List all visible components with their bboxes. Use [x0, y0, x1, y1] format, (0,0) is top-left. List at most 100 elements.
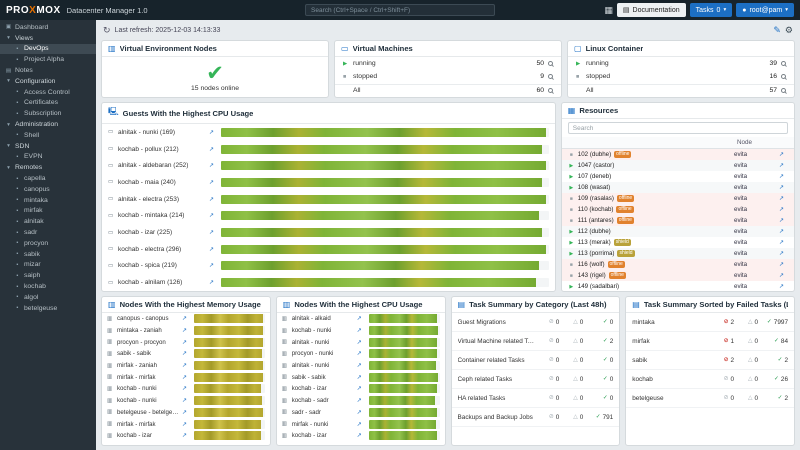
- open-node-icon[interactable]: ↗: [182, 397, 191, 404]
- resource-row[interactable]: ▶ 113 (merak)shield evita ↗: [562, 237, 794, 248]
- resource-row[interactable]: ■ 143 (rigel)offline evita ↗: [562, 270, 794, 281]
- resource-row[interactable]: ▶ 1047 (castor) evita ↗: [562, 160, 794, 171]
- sidebar-item[interactable]: ▪ sadr: [0, 227, 96, 238]
- open-guest-icon[interactable]: ↗: [209, 212, 218, 219]
- resource-row[interactable]: ▶ 113 (porrima)shield evita ↗: [562, 248, 794, 259]
- sidebar-item[interactable]: ▪ Certificates: [0, 98, 96, 109]
- sidebar-item[interactable]: ▪ Project Alpha: [0, 54, 96, 65]
- open-guest-icon[interactable]: ↗: [209, 246, 218, 253]
- ok-count[interactable]: ✓0: [583, 376, 613, 383]
- open-node-icon[interactable]: ↗: [357, 421, 366, 428]
- open-node-icon[interactable]: ↗: [182, 327, 191, 334]
- ok-count[interactable]: ✓84: [758, 338, 788, 345]
- sidebar-item[interactable]: ▪ mintaka: [0, 195, 96, 206]
- warning-count[interactable]: △0: [734, 338, 758, 345]
- open-node-icon[interactable]: ↗: [357, 374, 366, 381]
- tasks-button[interactable]: Tasks0 ▾: [690, 3, 733, 17]
- warning-count[interactable]: △0: [559, 357, 583, 364]
- sidebar-item[interactable]: ▣ Dashboard: [0, 22, 96, 33]
- open-node-icon[interactable]: ↗: [357, 350, 366, 357]
- warning-count[interactable]: △0: [559, 395, 583, 402]
- ok-count[interactable]: ✓2: [758, 357, 788, 364]
- sidebar-item[interactable]: ▪ procyon: [0, 238, 96, 249]
- ok-count[interactable]: ✓0: [583, 357, 613, 364]
- magnifier-icon[interactable]: [548, 88, 553, 93]
- open-guest-icon[interactable]: ↗: [209, 179, 218, 186]
- error-count[interactable]: ⊘0: [535, 395, 559, 402]
- sidebar-item[interactable]: ▾ Administration: [0, 119, 96, 130]
- resource-row[interactable]: ■ 111 (antares)offline evita ↗: [562, 215, 794, 226]
- resources-search-input[interactable]: [568, 122, 788, 134]
- open-resource-icon[interactable]: ↗: [779, 283, 788, 290]
- open-resource-icon[interactable]: ↗: [779, 162, 788, 169]
- magnifier-icon[interactable]: [781, 61, 786, 66]
- sidebar-item[interactable]: ▪ mizar: [0, 260, 96, 271]
- error-count[interactable]: ⊘0: [535, 338, 559, 345]
- open-resource-icon[interactable]: ↗: [779, 173, 788, 180]
- sidebar-item[interactable]: ▪ Shell: [0, 130, 96, 141]
- sidebar-item[interactable]: ▪ canopus: [0, 184, 96, 195]
- ok-count[interactable]: ✓2: [758, 395, 788, 402]
- open-resource-icon[interactable]: ↗: [779, 217, 788, 224]
- sidebar-item[interactable]: ▪ capella: [0, 173, 96, 184]
- warning-count[interactable]: △0: [734, 395, 758, 402]
- warning-count[interactable]: △0: [559, 319, 583, 326]
- dashboard-settings-icon[interactable]: ⚙: [785, 25, 793, 36]
- error-count[interactable]: ⊘1: [710, 338, 734, 345]
- open-resource-icon[interactable]: ↗: [779, 261, 788, 268]
- resource-row[interactable]: ■ 102 (dubhe)offline evita ↗: [562, 149, 794, 160]
- open-node-icon[interactable]: ↗: [182, 362, 191, 369]
- sidebar-item[interactable]: ▪ kochab: [0, 281, 96, 292]
- warning-count[interactable]: △0: [559, 414, 583, 421]
- open-resource-icon[interactable]: ↗: [779, 250, 788, 257]
- open-node-icon[interactable]: ↗: [357, 397, 366, 404]
- open-node-icon[interactable]: ↗: [182, 339, 191, 346]
- open-node-icon[interactable]: ↗: [357, 327, 366, 334]
- resource-row[interactable]: ■ 116 (wolf)offline evita ↗: [562, 259, 794, 270]
- ok-count[interactable]: ✓791: [583, 414, 613, 421]
- warning-count[interactable]: △0: [559, 338, 583, 345]
- open-resource-icon[interactable]: ↗: [779, 206, 788, 213]
- sidebar-item[interactable]: ▾ Configuration: [0, 76, 96, 87]
- resource-row[interactable]: ▶ 108 (wasat) evita ↗: [562, 182, 794, 193]
- open-node-icon[interactable]: ↗: [182, 409, 191, 416]
- user-menu-button[interactable]: ● root@pam ▾: [736, 3, 794, 17]
- open-guest-icon[interactable]: ↗: [209, 162, 218, 169]
- sidebar-item[interactable]: ▪ DevOps: [0, 44, 96, 55]
- open-node-icon[interactable]: ↗: [182, 385, 191, 392]
- open-node-icon[interactable]: ↗: [182, 315, 191, 322]
- warning-count[interactable]: △0: [734, 357, 758, 364]
- open-node-icon[interactable]: ↗: [357, 339, 366, 346]
- open-guest-icon[interactable]: ↗: [209, 262, 218, 269]
- warning-count[interactable]: △0: [734, 376, 758, 383]
- sidebar-item[interactable]: ▤ Notes: [0, 65, 96, 76]
- open-resource-icon[interactable]: ↗: [779, 151, 788, 158]
- edit-dashboard-icon[interactable]: ✎: [773, 25, 781, 36]
- magnifier-icon[interactable]: [548, 61, 553, 66]
- open-node-icon[interactable]: ↗: [182, 374, 191, 381]
- sidebar-item[interactable]: ▪ mirfak: [0, 206, 96, 217]
- global-search-input[interactable]: [305, 4, 495, 16]
- sidebar-item[interactable]: ▾ Remotes: [0, 162, 96, 173]
- open-node-icon[interactable]: ↗: [357, 315, 366, 322]
- sidebar-item[interactable]: ▪ saiph: [0, 270, 96, 281]
- error-count[interactable]: ⊘0: [710, 376, 734, 383]
- open-resource-icon[interactable]: ↗: [779, 272, 788, 279]
- resource-row[interactable]: ▶ 149 (sadalbari) evita ↗: [562, 281, 794, 291]
- open-node-icon[interactable]: ↗: [357, 385, 366, 392]
- open-resource-icon[interactable]: ↗: [779, 228, 788, 235]
- sidebar-item[interactable]: ▪ algol: [0, 292, 96, 303]
- open-node-icon[interactable]: ↗: [357, 362, 366, 369]
- ok-count[interactable]: ✓0: [583, 319, 613, 326]
- warning-count[interactable]: △0: [559, 376, 583, 383]
- open-node-icon[interactable]: ↗: [182, 350, 191, 357]
- sidebar-item[interactable]: ▾ Views: [0, 33, 96, 44]
- error-count[interactable]: ⊘0: [535, 357, 559, 364]
- open-guest-icon[interactable]: ↗: [209, 279, 218, 286]
- sidebar-item[interactable]: ▪ betelgeuse: [0, 303, 96, 314]
- resource-row[interactable]: ▶ 107 (deneb) evita ↗: [562, 171, 794, 182]
- sidebar-item[interactable]: ▪ EVPN: [0, 152, 96, 163]
- sidebar-item[interactable]: ▾ SDN: [0, 141, 96, 152]
- open-resource-icon[interactable]: ↗: [779, 195, 788, 202]
- open-guest-icon[interactable]: ↗: [209, 129, 218, 136]
